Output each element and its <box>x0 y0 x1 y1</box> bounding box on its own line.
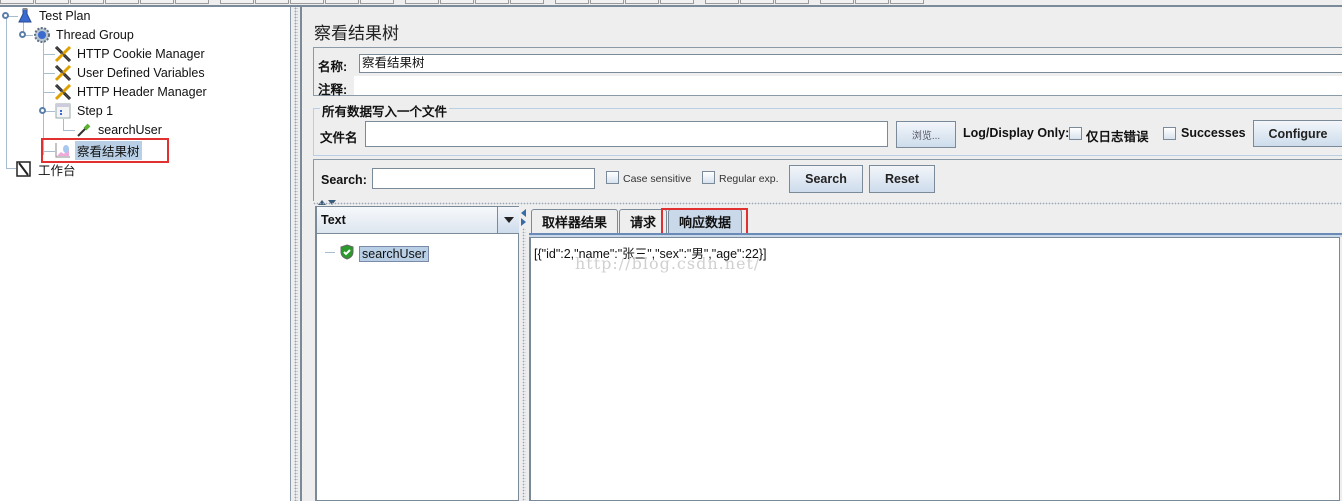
toolbar-button[interactable] <box>325 0 359 4</box>
tree-item-label: HTTP Header Manager <box>77 85 207 99</box>
successes-checkbox[interactable] <box>1163 127 1176 140</box>
renderer-select[interactable]: Text <box>317 207 519 234</box>
sampler-pipette-icon <box>75 121 93 139</box>
log-display-label: Log/Display Only: <box>963 126 1070 140</box>
name-comment-box: 名称: 察看结果树 注释: <box>313 47 1342 97</box>
test-plan-flask-icon <box>16 7 34 25</box>
results-splitter[interactable] <box>519 206 529 501</box>
successes-label: Successes <box>1181 126 1246 140</box>
thread-group-gear-icon <box>33 26 51 44</box>
config-tools-icon <box>54 45 72 63</box>
chevron-down-icon <box>504 217 514 223</box>
test-plan-tree: Test Plan Thread Group HTTP Cookie Manag… <box>0 7 290 501</box>
toolbar-button[interactable] <box>555 0 589 4</box>
response-data-pane[interactable]: [{"id":2,"name":"张三","sex":"男","age":22}… <box>529 237 1340 501</box>
search-bar: Search: Case sensitive Regular exp. Sear… <box>313 159 1342 201</box>
tree-item-label: searchUser <box>98 123 162 137</box>
write-to-file-group: 所有数据写入一个文件 文件名 浏览... Log/Display Only: 仅… <box>313 101 1342 156</box>
toolbar-button[interactable] <box>360 0 394 4</box>
toolbar-button[interactable] <box>820 0 854 4</box>
tree-item-label: Test Plan <box>39 9 91 23</box>
jmeter-window: Test Plan Thread Group HTTP Cookie Manag… <box>0 0 1342 501</box>
tree-item-workbench[interactable]: 工作台 <box>15 160 78 178</box>
controller-icon <box>54 102 72 120</box>
pane-splitter[interactable] <box>290 7 302 501</box>
tree-item-label: 工作台 <box>38 163 76 178</box>
toolbar-button[interactable] <box>510 0 544 4</box>
errors-only-label: 仅日志错误 <box>1086 130 1149 144</box>
tree-item-user-defined-variables[interactable]: User Defined Variables <box>54 64 207 82</box>
comment-input[interactable] <box>354 76 1342 95</box>
filename-input[interactable] <box>365 121 888 147</box>
result-item[interactable]: searchUser <box>339 244 429 263</box>
toolbar-button[interactable] <box>855 0 889 4</box>
comment-label: 注释: <box>318 83 348 97</box>
tree-item-label: User Defined Variables <box>77 66 205 80</box>
search-input[interactable] <box>372 168 595 189</box>
dropdown-button[interactable] <box>497 207 519 233</box>
view-results-tree-panel: 察看结果树 名称: 察看结果树 注释: 所有数据写入一个文件 文件名 浏览...… <box>302 7 1342 501</box>
regex-label: Regular exp. <box>719 173 779 185</box>
tree-item-label: Step 1 <box>77 104 114 118</box>
tree-item-http-header-manager[interactable]: HTTP Header Manager <box>54 83 209 101</box>
tree-item-label: HTTP Cookie Manager <box>77 47 205 61</box>
toolbar-button[interactable] <box>105 0 139 4</box>
expand-toggle[interactable] <box>39 107 46 114</box>
toolbar-button[interactable] <box>290 0 324 4</box>
workbench-icon <box>15 160 33 178</box>
toolbar-button[interactable] <box>775 0 809 4</box>
toolbar-button[interactable] <box>35 0 69 4</box>
toolbar-button[interactable] <box>705 0 739 4</box>
toolbar-button[interactable] <box>220 0 254 4</box>
name-input[interactable]: 察看结果树 <box>359 54 1342 73</box>
toolbar-button[interactable] <box>140 0 174 4</box>
highlight-box <box>661 208 748 235</box>
toolbar-button[interactable] <box>440 0 474 4</box>
tab-request[interactable]: 请求 <box>619 209 668 233</box>
toolbar-button[interactable] <box>890 0 924 4</box>
toolbar-button[interactable] <box>625 0 659 4</box>
tree-item-thread-group[interactable]: Thread Group <box>33 26 136 44</box>
toolbar-button[interactable] <box>590 0 624 4</box>
filename-label: 文件名 <box>320 131 358 145</box>
tree-item-label: Thread Group <box>56 28 134 42</box>
case-sensitive-label: Case sensitive <box>623 173 692 185</box>
page-title: 察看结果树 <box>314 24 399 43</box>
tab-sampler-result[interactable]: 取样器结果 <box>531 209 619 233</box>
regex-checkbox[interactable] <box>702 171 715 184</box>
config-tools-icon <box>54 64 72 82</box>
toolbar-button[interactable] <box>740 0 774 4</box>
expand-toggle[interactable] <box>19 31 26 38</box>
toolbar-button[interactable] <box>0 0 34 4</box>
toolbar-button[interactable] <box>70 0 104 4</box>
search-label: Search: <box>321 173 367 187</box>
search-button[interactable]: Search <box>789 165 863 193</box>
reset-button[interactable]: Reset <box>869 165 935 193</box>
config-tools-icon <box>54 83 72 101</box>
renderer-select-value: Text <box>321 213 346 227</box>
expand-toggle[interactable] <box>2 12 9 19</box>
results-list-pane: Text searchUser <box>315 206 519 501</box>
browse-button[interactable]: 浏览... <box>896 121 956 148</box>
tree-item-test-plan[interactable]: Test Plan <box>16 7 92 25</box>
errors-only-checkbox[interactable] <box>1069 127 1082 140</box>
result-item-label: searchUser <box>359 245 429 262</box>
toolbar-button[interactable] <box>660 0 694 4</box>
collapse-right-icon[interactable] <box>521 218 526 226</box>
toolbar-button[interactable] <box>475 0 509 4</box>
success-shield-icon <box>339 244 355 263</box>
toolbar-button[interactable] <box>175 0 209 4</box>
tree-item-searchuser[interactable]: searchUser <box>75 121 164 139</box>
watermark: http://blog.csdn.net/ <box>575 254 761 273</box>
tree-item-http-cookie-manager[interactable]: HTTP Cookie Manager <box>54 45 207 63</box>
name-label: 名称: <box>318 60 348 74</box>
configure-button[interactable]: Configure <box>1253 120 1342 147</box>
toolbar-button[interactable] <box>255 0 289 4</box>
vertical-splitter[interactable] <box>313 202 1342 205</box>
toolbar-button[interactable] <box>405 0 439 4</box>
tree-item-step-1[interactable]: Step 1 <box>54 102 115 120</box>
group-title: 所有数据写入一个文件 <box>320 101 450 120</box>
case-sensitive-checkbox[interactable] <box>606 171 619 184</box>
collapse-left-icon[interactable] <box>521 209 526 217</box>
